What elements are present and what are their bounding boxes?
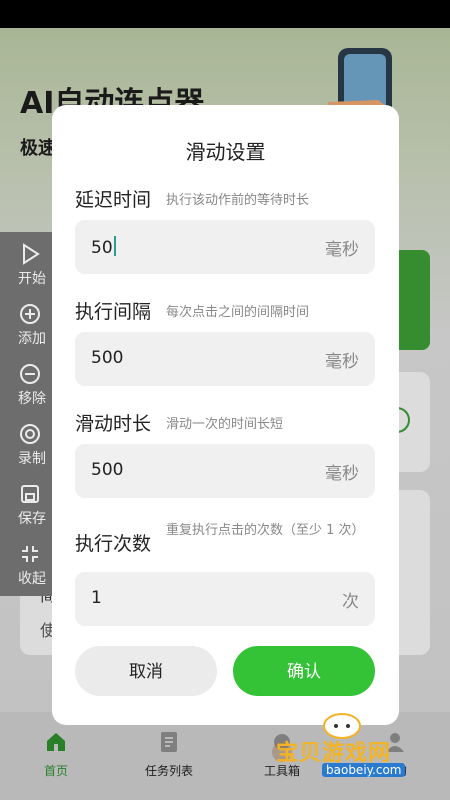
text-caret (113, 236, 116, 256)
swipe-duration-label: 滑动时长 (75, 413, 152, 435)
watermark-url: baobeiy.com (322, 763, 406, 777)
interval-value: 500 (91, 348, 124, 368)
confirm-button[interactable]: 确认 (233, 646, 375, 696)
cancel-button[interactable]: 取消 (75, 646, 217, 696)
dialog-title: 滑动设置 (185, 140, 266, 164)
repeat-count-hint: 重复执行点击的次数（至少 1 次） (166, 523, 365, 538)
interval-hint: 每次点击之间的间隔时间 (166, 305, 310, 320)
interval-unit: 毫秒 (325, 352, 359, 372)
app-screen: AI自动连点器 极速 简 使 开始 添加 移除 录制 保存 收起 (0, 0, 450, 800)
repeat-count-label: 执行次数 (75, 533, 152, 555)
status-bar (0, 0, 450, 28)
repeat-count-input[interactable]: 1 次 (75, 572, 375, 626)
repeat-count-unit: 次 (342, 592, 359, 612)
swipe-duration-value: 500 (91, 460, 124, 480)
delay-input[interactable]: 50 毫秒 (75, 220, 375, 274)
delay-label: 延迟时间 (75, 189, 152, 211)
swipe-duration-input[interactable]: 500 毫秒 (75, 444, 375, 498)
repeat-count-value: 1 (91, 588, 102, 608)
delay-value: 50 (91, 236, 116, 258)
delay-unit: 毫秒 (325, 240, 359, 260)
swipe-duration-unit: 毫秒 (325, 464, 359, 484)
interval-label: 执行间隔 (75, 301, 152, 323)
swipe-duration-hint: 滑动一次的时间长短 (166, 417, 284, 432)
delay-hint: 执行该动作前的等待时长 (166, 193, 310, 208)
swipe-settings-dialog: 滑动设置 延迟时间 执行该动作前的等待时长 50 毫秒 执行间隔 每次点击之间的… (52, 105, 399, 725)
interval-input[interactable]: 500 毫秒 (75, 332, 375, 386)
